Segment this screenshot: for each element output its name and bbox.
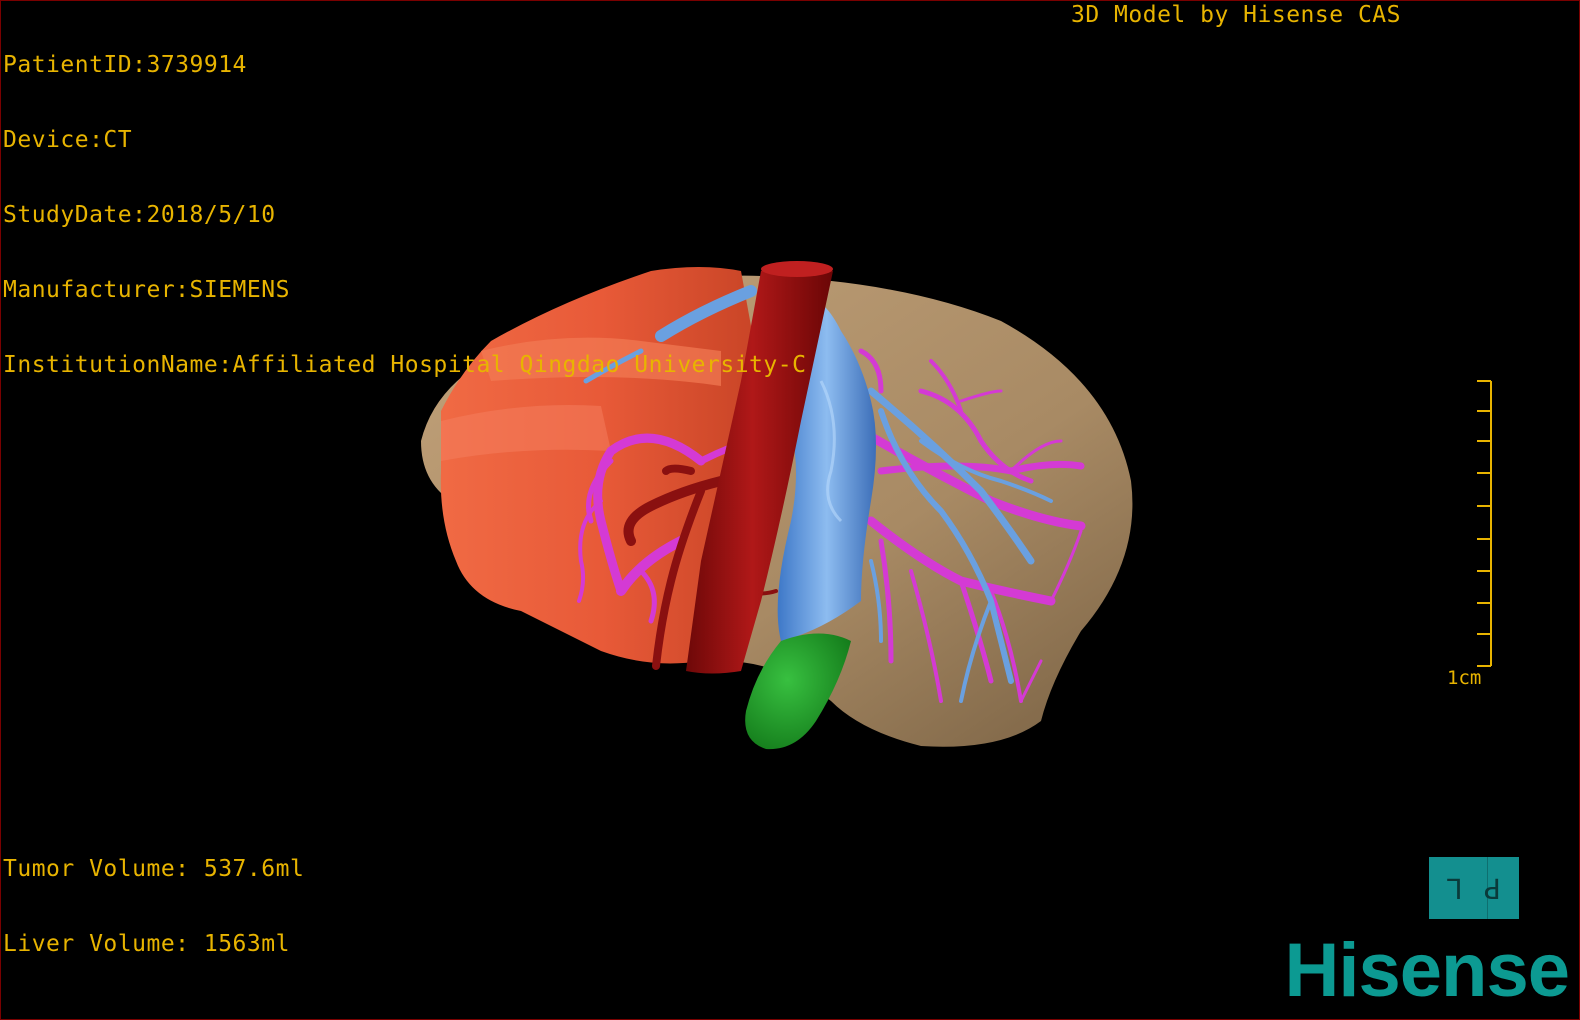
hisense-logo: Hisense (1284, 928, 1570, 1013)
liver-volume: Liver Volume: 1563ml (3, 931, 290, 957)
study-info: PatientID:3739914 Device:CT StudyDate:20… (3, 3, 806, 428)
manufacturer: Manufacturer:SIEMENS (3, 277, 290, 303)
scale-bar (1477, 380, 1492, 667)
study-date: StudyDate:2018/5/10 (3, 202, 276, 228)
3d-viewport[interactable]: PatientID:3739914 Device:CT StudyDate:20… (0, 0, 1580, 1020)
patient-id: PatientID:3739914 (3, 52, 247, 78)
orientation-right-glyph: P (1484, 871, 1502, 905)
institution-name: InstitutionName:Affiliated Hospital Qing… (3, 352, 807, 378)
model-credit: 3D Model by Hisense CAS (1071, 2, 1401, 28)
volume-info: Tumor Volume: 537.6ml Liver Volume: 1563… (3, 807, 304, 1007)
tumor-volume: Tumor Volume: 537.6ml (3, 856, 305, 882)
scale-bar-label: 1cm (1447, 667, 1482, 689)
orientation-cube[interactable]: L P (1429, 857, 1519, 919)
device: Device:CT (3, 127, 133, 153)
orientation-left-glyph: L (1446, 871, 1463, 905)
